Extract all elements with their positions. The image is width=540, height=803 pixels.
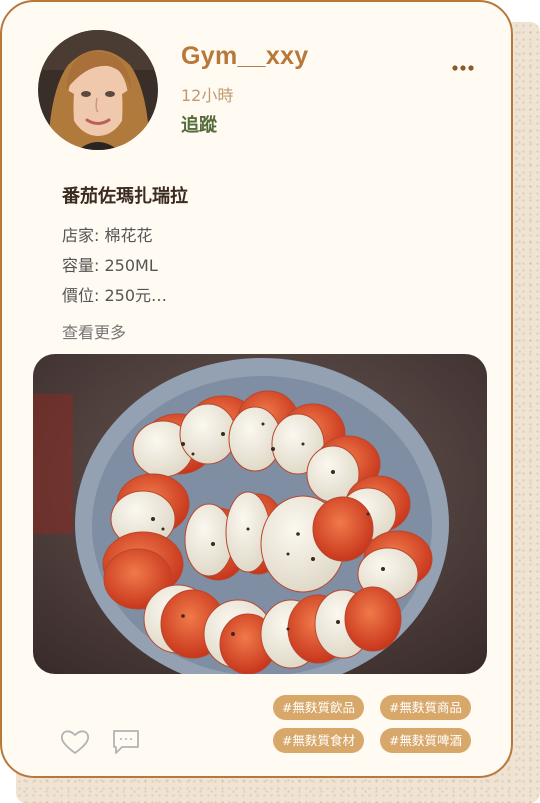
username[interactable]: Gym__xxy bbox=[181, 42, 309, 71]
detail-store: 店家: 棉花花 bbox=[62, 226, 153, 245]
post-time: 12小時 bbox=[181, 86, 234, 105]
see-more-link[interactable]: 查看更多 bbox=[62, 319, 126, 343]
avatar[interactable] bbox=[38, 30, 158, 150]
tag-gluten-free-ingredients[interactable]: #無麩質食材 bbox=[273, 728, 364, 753]
post-title: 番茄佐瑪扎瑞拉 bbox=[62, 186, 188, 207]
tag-gluten-free-drinks[interactable]: #無麩質飲品 bbox=[273, 695, 364, 720]
comment-bubble-icon[interactable] bbox=[111, 728, 141, 756]
more-dots-icon[interactable] bbox=[448, 58, 478, 78]
heart-icon[interactable] bbox=[60, 728, 90, 756]
post-photo[interactable] bbox=[33, 354, 487, 674]
detail-volume: 容量: 250ML bbox=[62, 256, 158, 275]
tag-gluten-free-products[interactable]: #無麩質商品 bbox=[380, 695, 471, 720]
tag-gluten-free-beer[interactable]: #無麩質啤酒 bbox=[380, 728, 471, 753]
detail-price: 價位: 250元… bbox=[62, 286, 168, 305]
post-card: Gym__xxy 12小時 追蹤 番茄佐瑪扎瑞拉 店家: 棉花花 容量: 250… bbox=[0, 0, 513, 778]
follow-button[interactable]: 追蹤 bbox=[181, 111, 217, 137]
